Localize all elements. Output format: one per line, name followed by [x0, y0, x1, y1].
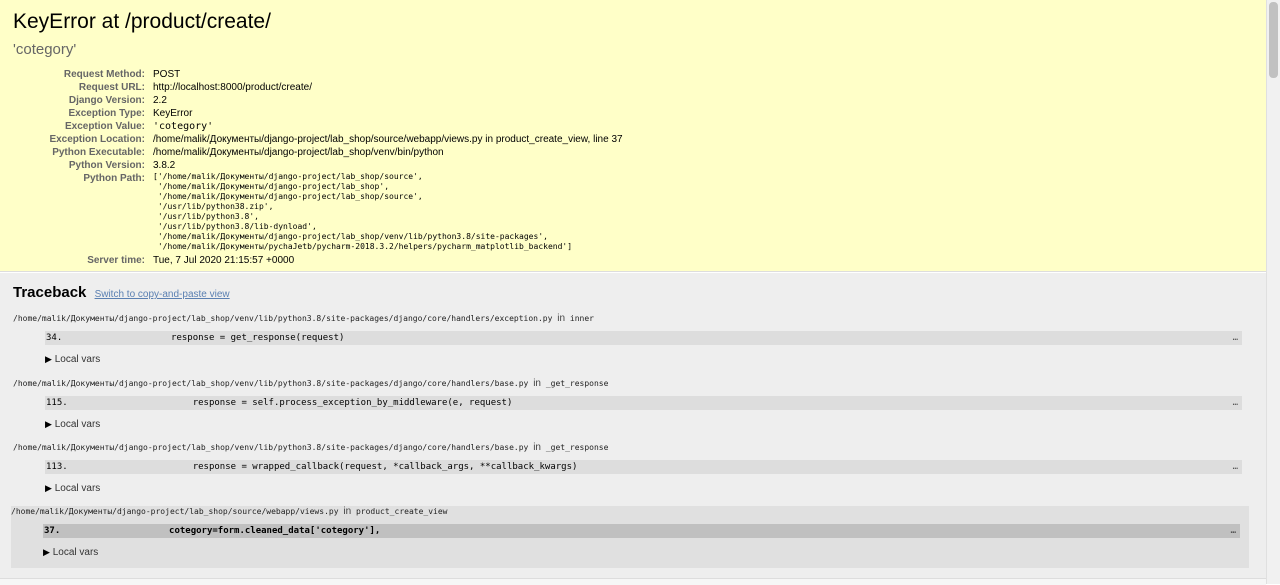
local-vars-label: Local vars [54, 354, 101, 365]
meta-label: Python Version: [68, 160, 145, 171]
meta-label: Request Method: [63, 69, 145, 80]
meta-row: Django Version: 2.2 [25, 94, 623, 107]
python-path-entry: '/usr/lib/python38.zip', [153, 202, 274, 211]
python-path-entry: '/home/malik/Документы/pychaJetb/pycharm… [153, 242, 573, 251]
local-vars-toggle[interactable]: ▶ Local vars [45, 417, 1250, 431]
traceback-frame: /home/malik/Документы/django-project/lab… [13, 313, 1250, 373]
frame-in-word: in [557, 313, 566, 324]
request-meta-table: Request Method: POST Request URL: http://lo… [25, 68, 623, 267]
traceback-title: Traceback [13, 284, 87, 301]
vertical-scrollbar[interactable] [1266, 0, 1280, 584]
line-number: 113. [46, 462, 68, 472]
meta-value: http://localhost:8000/product/create/ [153, 82, 312, 93]
line-number: 34. [46, 333, 63, 343]
local-vars-toggle[interactable]: ▶ Local vars [45, 352, 1250, 366]
source-code: response = wrapped_callback(request, *ca… [106, 462, 578, 472]
frame-in-word: in [533, 378, 541, 389]
local-vars-label: Local vars [52, 547, 99, 558]
meta-value: POST [153, 69, 181, 80]
frame-function: product_create_view [355, 507, 448, 516]
frame-file-path: /home/malik/Документы/django-project/lab… [13, 379, 529, 388]
frame-file-path: /home/malik/Документы/django-project/lab… [11, 507, 339, 516]
frame-file-path: /home/malik/Документы/django-project/lab… [13, 314, 553, 323]
local-vars-label: Local vars [54, 419, 101, 430]
python-path-entry: '/usr/lib/python3.8/lib-dynload', [153, 222, 317, 231]
meta-value: 'cotegory' [153, 121, 214, 132]
expand-triangle-icon: ▶ [45, 483, 52, 493]
frame-file-path: /home/malik/Документы/django-project/lab… [13, 443, 529, 452]
meta-label: Request URL: [78, 82, 145, 93]
context-line[interactable]: 115. response = self.process_exception_b… [45, 396, 1242, 410]
meta-value: /home/malik/Документы/django-project/lab… [153, 134, 623, 145]
meta-label: Exception Value: [64, 121, 145, 132]
meta-row-python-path: Python Path: ['/home/malik/Документы/djan… [25, 172, 623, 252]
meta-label: Python Path: [83, 173, 145, 184]
meta-label: Exception Type: [68, 108, 146, 119]
scrollbar-thumb[interactable] [1269, 2, 1278, 78]
expand-context-dots[interactable]: … [1233, 460, 1238, 474]
meta-label: Server time: [87, 255, 145, 266]
expand-context-dots[interactable]: … [1233, 331, 1238, 345]
traceback-frame: /home/malik/Документы/django-project/lab… [13, 442, 1250, 502]
server-time-value: Tue, 7 Jul 2020 21:15:57 +0000 [153, 255, 295, 266]
expand-context-dots[interactable]: … [1231, 524, 1236, 538]
context-line[interactable]: 113. response = wrapped_callback(request… [45, 460, 1242, 474]
python-path-entry: '/home/malik/Документы/django-project/la… [153, 232, 548, 241]
frame-filename: /home/malik/Документы/django-project/lab… [13, 442, 1250, 454]
traceback-frame: /home/malik/Документы/django-project/lab… [13, 378, 1250, 438]
expand-triangle-icon: ▶ [45, 419, 52, 429]
meta-row: Python Executable: /home/malik/Документы/… [25, 146, 623, 159]
source-code: cotegory=form.cleaned_data['cotegory'], [104, 526, 381, 536]
frame-filename: /home/malik/Документы/django-project/lab… [13, 313, 1250, 325]
meta-row: Request Method: POST [25, 68, 623, 81]
frame-in-word: in [533, 442, 541, 453]
meta-row: Exception Location: /home/malik/Документы… [25, 133, 623, 146]
meta-row: Exception Value: 'cotegory' [25, 120, 623, 133]
frame-function: inner [569, 314, 594, 323]
error-summary: KeyError at /product/create/ 'cotegory' … [0, 0, 1266, 272]
expand-triangle-icon: ▶ [43, 547, 50, 557]
expand-context-dots[interactable]: … [1233, 396, 1238, 410]
traceback-heading: Traceback Switch to copy-and-paste view [13, 283, 1253, 305]
local-vars-toggle[interactable]: ▶ Local vars [43, 545, 1249, 559]
meta-row: Request URL: http://localhost:8000/produc… [25, 81, 623, 94]
line-number: 37. [44, 526, 61, 536]
meta-value: /home/malik/Документы/django-project/lab… [153, 147, 444, 158]
python-path-entry: ['/home/malik/Документы/django-project/l… [153, 172, 423, 181]
frame-function: _get_response [545, 379, 609, 388]
frame-filename: /home/malik/Документы/django-project/lab… [11, 506, 1249, 518]
python-path-value: ['/home/malik/Документы/django-project/l… [153, 172, 623, 252]
source-code: response = self.process_exception_by_mid… [106, 398, 513, 408]
line-number: 115. [46, 398, 68, 408]
source-code: response = get_response(request) [106, 333, 345, 343]
meta-row: Python Version: 3.8.2 [25, 159, 623, 172]
python-path-entry: '/usr/lib/python3.8', [153, 212, 259, 221]
python-path-entry: '/home/malik/Документы/django-project/la… [153, 182, 390, 191]
frame-function: _get_response [545, 443, 609, 452]
meta-value: KeyError [153, 108, 193, 119]
meta-label: Exception Location: [49, 134, 145, 145]
expand-triangle-icon: ▶ [45, 354, 52, 364]
traceback-section: Traceback Switch to copy-and-paste view … [0, 273, 1266, 578]
meta-value: 2.2 [153, 95, 167, 106]
python-path-entry: '/home/malik/Документы/django-project/la… [153, 192, 423, 201]
traceback-frame: /home/malik/Документы/django-project/lab… [11, 506, 1249, 568]
local-vars-label: Local vars [54, 483, 101, 494]
meta-value: 3.8.2 [153, 160, 176, 171]
meta-label: Python Executable: [52, 147, 145, 158]
local-vars-toggle[interactable]: ▶ Local vars [45, 481, 1250, 495]
switch-copy-paste-link[interactable]: Switch to copy-and-paste view [95, 289, 230, 300]
context-line[interactable]: 34. response = get_response(request) … [45, 331, 1242, 345]
meta-row: Exception Type: KeyError [25, 107, 623, 120]
context-line[interactable]: 37. cotegory=form.cleaned_data['cotegory… [43, 524, 1240, 538]
meta-label: Django Version: [68, 95, 145, 106]
meta-row-server-time: Server time: Tue, 7 Jul 2020 21:15:57 +00… [25, 252, 623, 267]
frame-filename: /home/malik/Документы/django-project/lab… [13, 378, 1250, 390]
frame-in-word: in [343, 506, 352, 517]
page-title: KeyError at /product/create/ [13, 10, 271, 33]
exception-value-heading: 'cotegory' [13, 41, 77, 58]
